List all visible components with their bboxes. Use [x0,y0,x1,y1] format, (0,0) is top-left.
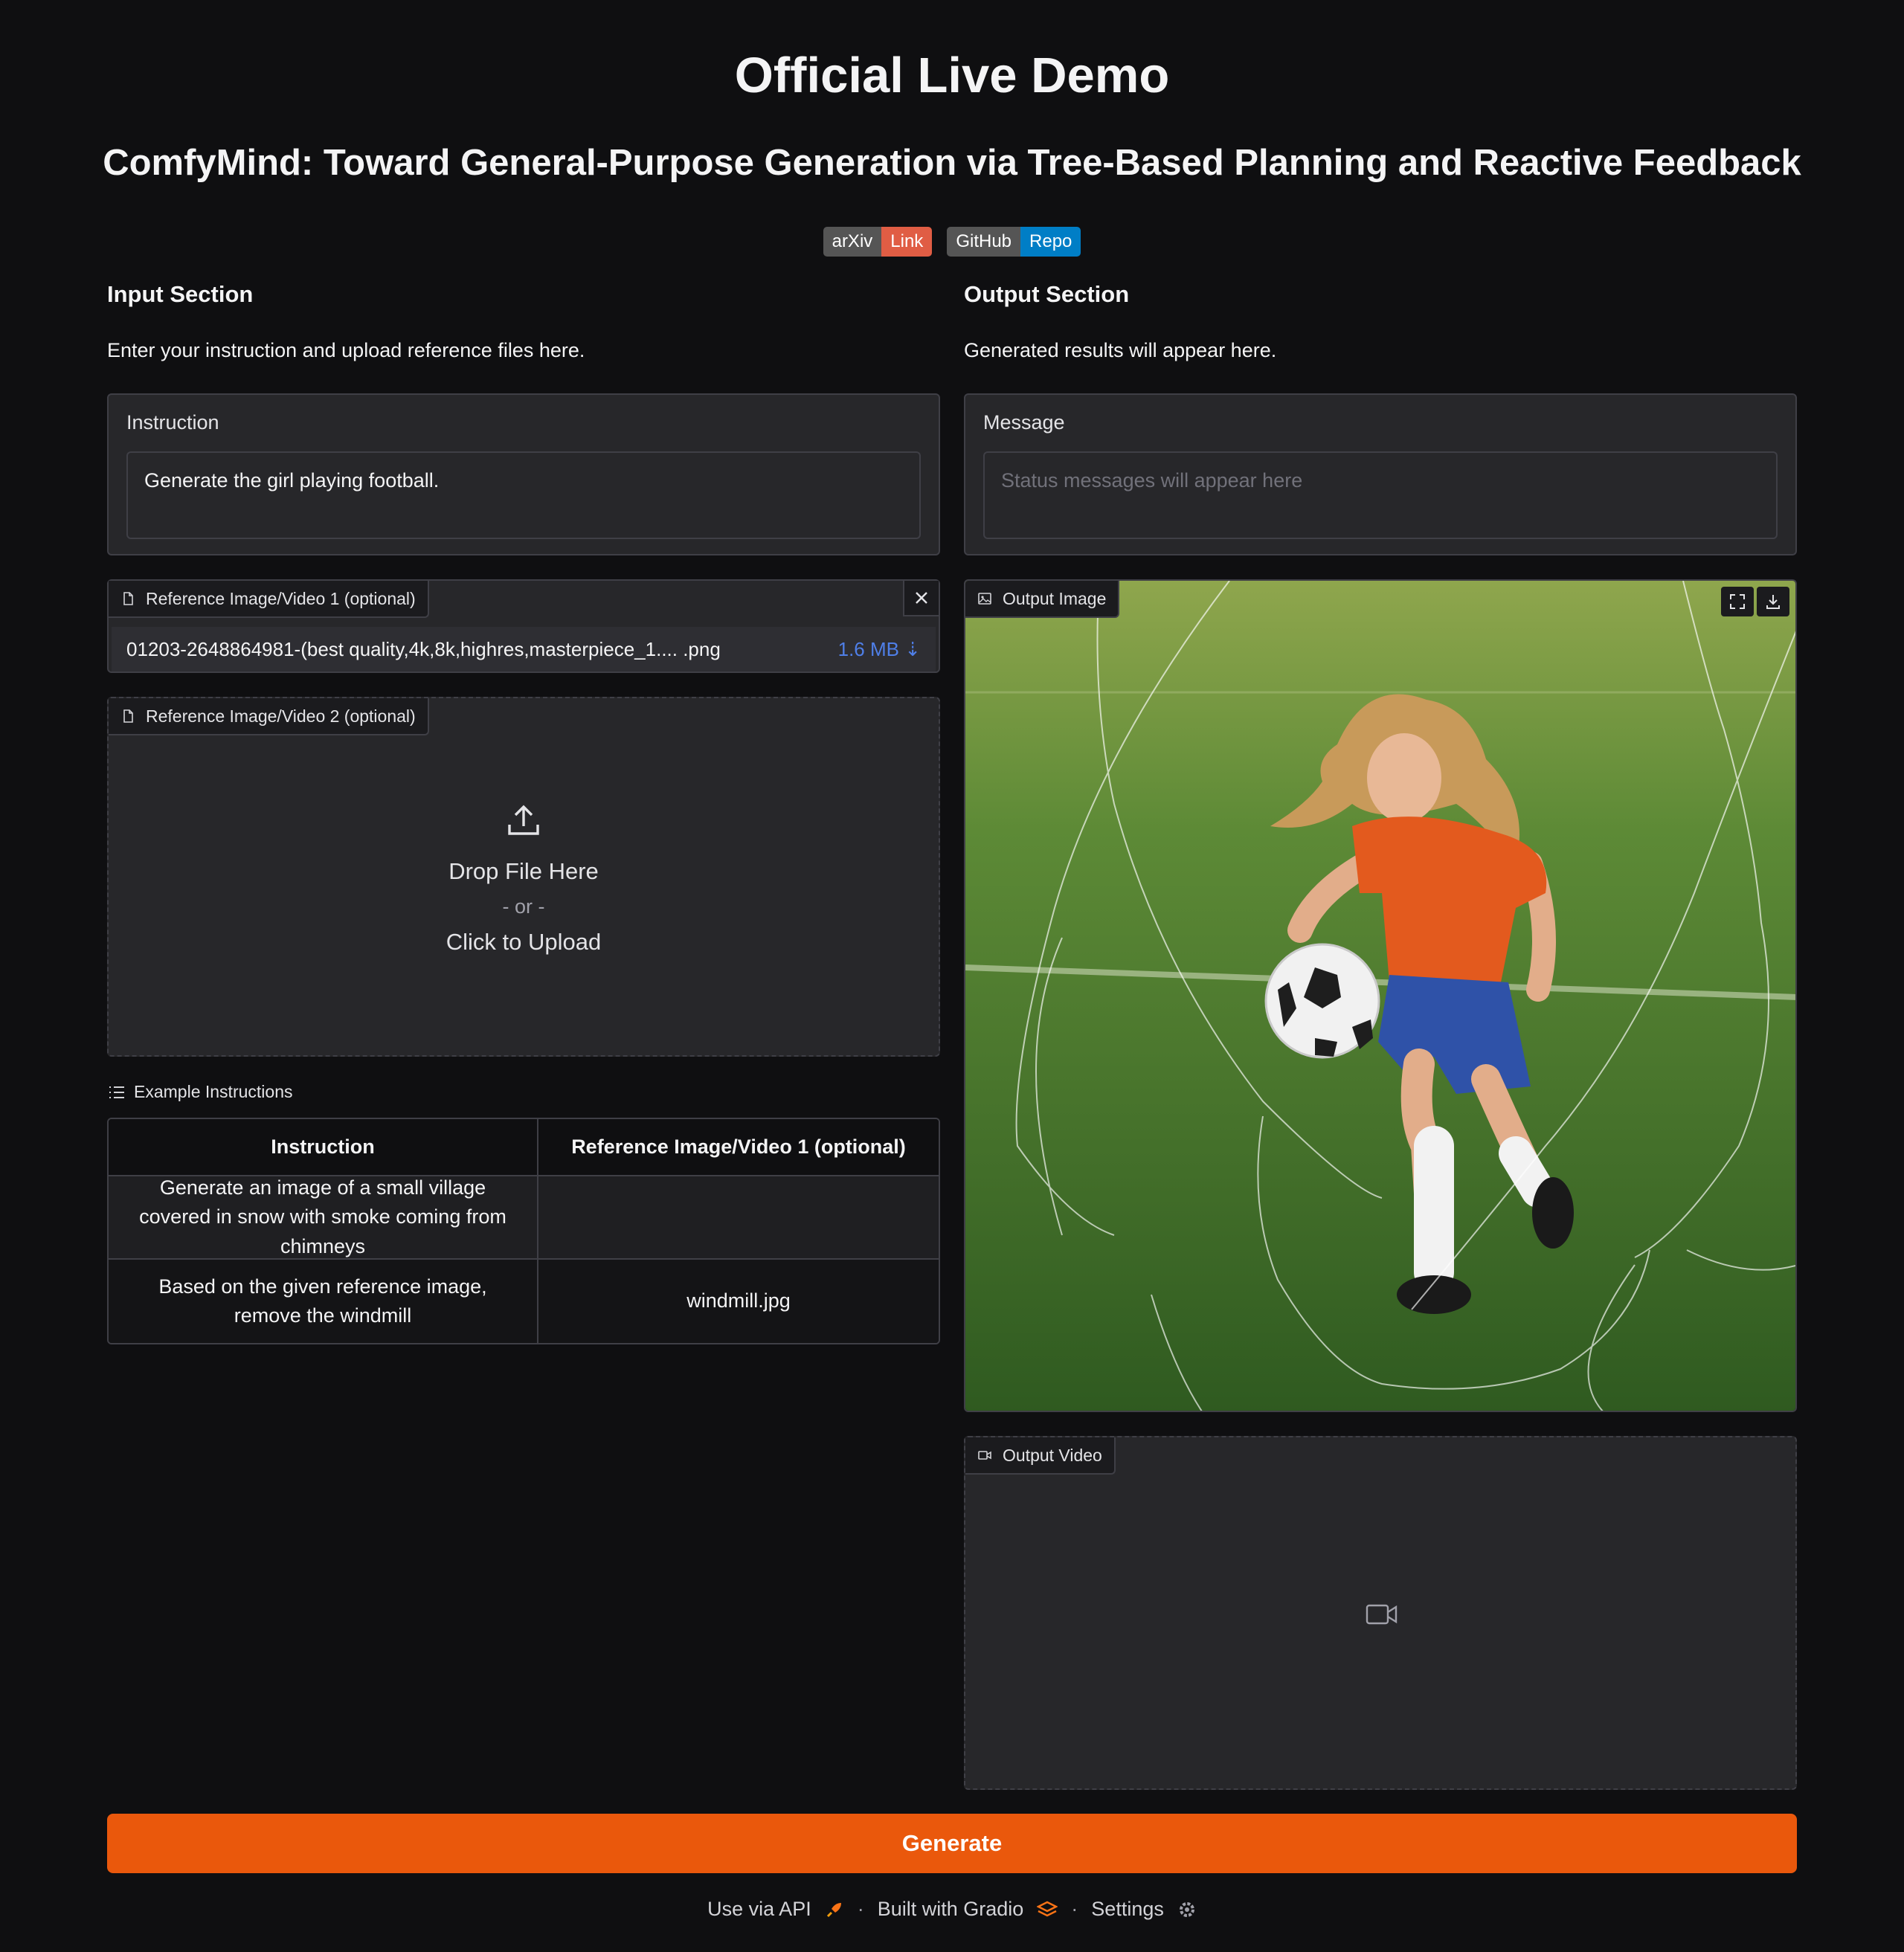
github-badge[interactable]: GitHub Repo [947,227,1081,257]
output-image-label: Output Image [965,581,1120,618]
example-row[interactable]: Generate an image of a small village cov… [109,1176,939,1260]
examples-header-row: Instruction Reference Image/Video 1 (opt… [109,1119,939,1176]
image-icon [978,593,991,605]
arxiv-badge-label: arXiv [823,227,882,257]
video-icon [978,1451,991,1460]
video-placeholder-icon [1366,1604,1398,1625]
example-row[interactable]: Based on the given reference image, remo… [109,1260,939,1343]
reference-1-label: Reference Image/Video 1 (optional) [109,581,429,618]
examples-label: Example Instructions [109,1082,292,1102]
upload-icon [508,805,539,835]
example-instruction: Based on the given reference image, remo… [109,1260,538,1343]
download-icon [1766,595,1780,609]
examples-label-text: Example Instructions [134,1082,293,1101]
message-label: Message [983,411,1065,434]
click-to-upload-text: Click to Upload [446,929,602,955]
reference-file-1: Reference Image/Video 1 (optional) 01203… [107,579,940,673]
file-icon [123,709,133,723]
fullscreen-button[interactable] [1721,587,1754,616]
image-toolbar [1721,587,1789,616]
examples-header-instruction: Instruction [109,1119,538,1175]
arxiv-badge[interactable]: arXiv Link [823,227,933,257]
uploaded-file-row[interactable]: 01203-2648864981-(best quality,4k,8k,hig… [112,627,936,671]
badge-row: arXiv Link GitHub Repo [0,227,1904,257]
output-video-label-text: Output Video [1003,1445,1102,1465]
output-video-label: Output Video [965,1437,1116,1475]
input-section-title: Input Section [107,281,254,307]
gear-icon [1179,1901,1194,1917]
input-section-description: Enter your instruction and upload refere… [107,339,585,361]
upload-prompt: Drop File Here - or - Click to Upload [109,802,939,956]
examples-header-reference: Reference Image/Video 1 (optional) [571,1135,906,1158]
close-icon [916,592,927,604]
output-image-label-text: Output Image [1003,588,1107,608]
uploaded-file-size[interactable]: 1.6 MB ⇣ [838,638,921,661]
output-video-panel: Output Video [964,1436,1797,1790]
footer: Use via API · Built with Gradio · Settin… [0,1898,1904,1921]
drop-file-text: Drop File Here [448,858,599,884]
download-button[interactable] [1757,587,1789,616]
instruction-label: Instruction [126,411,219,434]
list-icon [109,1086,124,1098]
fullscreen-icon [1730,594,1745,609]
clear-file-button[interactable] [903,581,939,616]
output-section-title: Output Section [964,281,1130,307]
generate-button[interactable]: Generate [107,1814,1797,1873]
reference-1-label-text: Reference Image/Video 1 (optional) [146,588,416,608]
reference-2-label: Reference Image/Video 2 (optional) [109,698,429,735]
instruction-panel: Instruction Generate the girl playing fo… [107,393,940,555]
examples-table: Instruction Reference Image/Video 1 (opt… [107,1118,940,1344]
footer-separator: · [857,1898,864,1920]
reference-file-2-dropzone[interactable]: Reference Image/Video 2 (optional) Drop … [107,697,940,1057]
github-badge-link: Repo [1020,227,1081,257]
footer-separator: · [1071,1898,1078,1920]
file-icon [123,592,133,605]
output-image-panel: Output Image [964,579,1797,1412]
reference-2-label-text: Reference Image/Video 2 (optional) [146,706,416,726]
built-with-gradio-link[interactable]: Built with Gradio [878,1898,1024,1921]
instruction-input[interactable]: Generate the girl playing football. [126,451,921,539]
uploaded-file-name: 01203-2648864981-(best quality,4k,8k,hig… [126,637,721,660]
gradio-logo-icon [1037,1901,1058,1916]
settings-link[interactable]: Settings [1091,1898,1164,1921]
rocket-icon [826,1902,841,1917]
example-reference: windmill.jpg [686,1289,791,1312]
output-section-description: Generated results will appear here. [964,339,1277,361]
example-reference [538,1176,939,1258]
use-via-api-link[interactable]: Use via API [707,1898,811,1921]
generated-image [965,581,1795,1411]
message-output[interactable] [983,451,1778,539]
github-badge-label: GitHub [947,227,1021,257]
message-panel: Message [964,393,1797,555]
or-text: - or - [502,895,545,918]
arxiv-badge-link: Link [881,227,933,257]
page-title: Official Live Demo [734,48,1170,103]
example-instruction: Generate an image of a small village cov… [109,1176,538,1258]
page-subtitle: ComfyMind: Toward General-Purpose Genera… [103,143,1801,183]
